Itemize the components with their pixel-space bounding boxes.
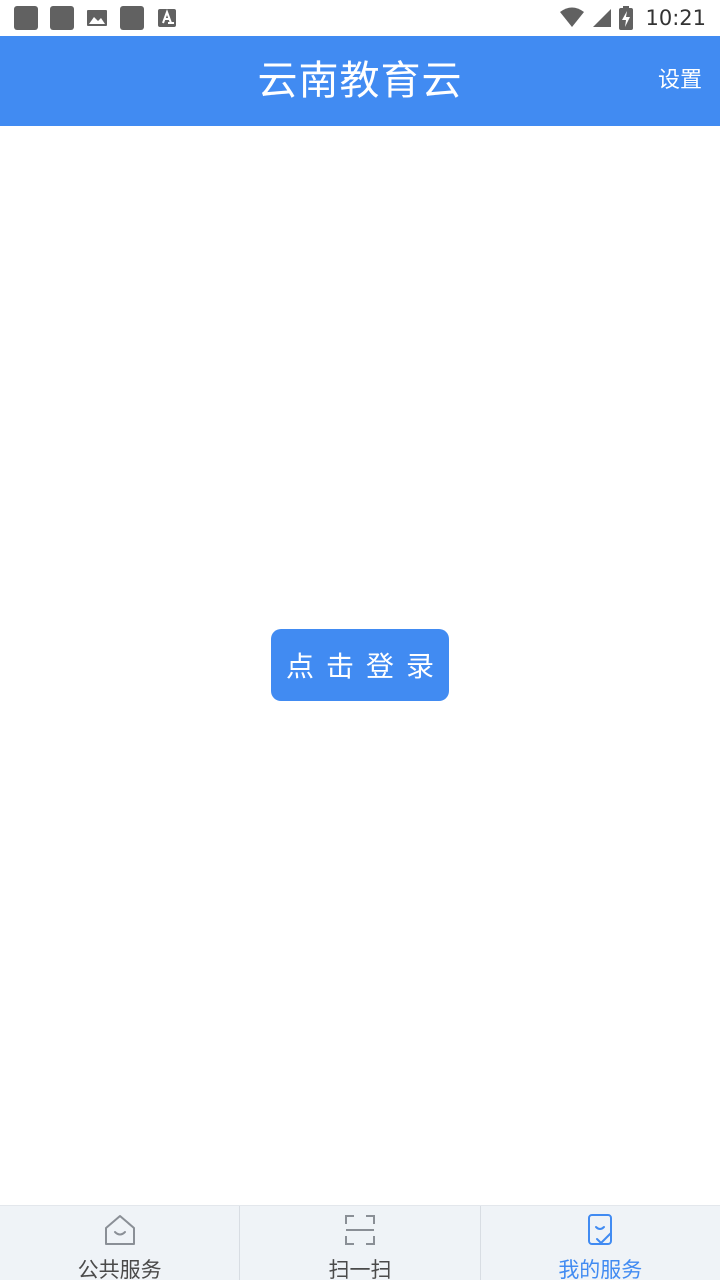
status-bar: 10:21	[0, 0, 720, 36]
tab-label: 扫一扫	[328, 1258, 392, 1280]
wifi-icon	[560, 7, 585, 27]
tab-public-services[interactable]: 公共服务	[0, 1206, 239, 1280]
home-icon	[104, 1215, 135, 1245]
notification-square-icon	[50, 6, 74, 30]
text-a-icon	[158, 9, 176, 27]
image-icon	[87, 10, 107, 26]
cellular-signal-icon	[593, 9, 612, 27]
scan-icon	[344, 1215, 375, 1245]
tab-label: 我的服务	[558, 1258, 643, 1280]
status-notification-icons	[14, 6, 178, 30]
tab-label: 公共服务	[77, 1258, 162, 1280]
status-time: 10:21	[645, 6, 706, 30]
tab-my-services[interactable]: 我的服务	[479, 1206, 720, 1280]
tab-scan[interactable]: 扫一扫	[239, 1206, 479, 1280]
notification-square-icon	[14, 6, 38, 30]
settings-button[interactable]: 设置	[658, 36, 702, 126]
main-content: 点击登录	[0, 126, 720, 1205]
app-header: 云南教育云 设置	[0, 36, 720, 126]
battery-charging-icon	[619, 6, 634, 30]
bottom-tab-bar: 公共服务 扫一扫 我的服务	[0, 1205, 720, 1280]
notification-square-icon	[120, 6, 144, 30]
my-service-icon	[588, 1214, 613, 1245]
status-system-icons: 10:21	[559, 4, 706, 32]
login-button[interactable]: 点击登录	[271, 629, 449, 701]
page-title: 云南教育云	[257, 58, 463, 104]
